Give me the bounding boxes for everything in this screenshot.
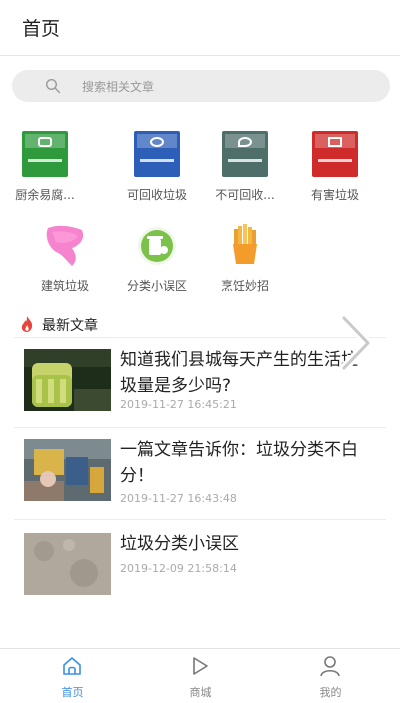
category-label: 不可回收... — [215, 188, 275, 202]
cooking-tips-icon — [233, 224, 257, 264]
tab-profile[interactable]: 我的 — [264, 649, 397, 703]
search-placeholder: 搜索相关文章 — [82, 80, 155, 94]
category-hazardous[interactable]: 有害垃圾 — [290, 131, 380, 203]
category-sorting-mistakes[interactable]: 分类小误区 — [112, 222, 202, 294]
tab-home[interactable]: 首页 — [6, 649, 139, 703]
divider — [14, 337, 386, 338]
kitchen-waste-bin-icon — [22, 131, 68, 177]
divider — [14, 427, 386, 428]
recyclable-bin-icon — [134, 131, 180, 177]
search-icon — [45, 78, 61, 94]
article-time: 2019-11-27 16:45:21 — [120, 398, 237, 411]
fire-icon — [21, 316, 33, 332]
category-label: 烹饪妙招 — [220, 279, 269, 293]
category-label: 建筑垃圾 — [40, 279, 89, 293]
divider — [14, 519, 386, 520]
category-label: 可回收垃圾 — [126, 188, 187, 202]
article-thumbnail[interactable] — [24, 349, 111, 411]
category-label: 有害垃圾 — [310, 188, 359, 202]
article-thumbnail[interactable] — [24, 533, 111, 595]
sorting-mistakes-icon — [138, 227, 176, 265]
hazardous-bin-icon — [312, 131, 358, 177]
category-label: 分类小误区 — [126, 279, 187, 293]
home-icon — [63, 657, 81, 675]
tab-label: 首页 — [61, 686, 84, 699]
play-icon — [193, 657, 208, 675]
article-item[interactable]: 垃圾分类小误区 2019-12-09 21:58:14 — [0, 525, 400, 611]
user-icon — [320, 656, 340, 677]
article-time: 2019-11-27 16:43:48 — [120, 492, 237, 505]
article-title[interactable]: 一篇文章告诉你：垃圾分类不白分！ — [120, 437, 370, 489]
search-bar[interactable]: 搜索相关文章 — [12, 70, 390, 102]
article-item[interactable]: 一篇文章告诉你：垃圾分类不白分！ 2019-11-27 16:43:48 — [0, 431, 400, 517]
category-label: 厨余易腐... — [15, 188, 75, 202]
tab-label: 我的 — [319, 686, 342, 699]
construction-waste-icon — [46, 225, 84, 266]
category-cooking-tips[interactable]: 烹饪妙招 — [200, 222, 290, 294]
chevron-right-icon[interactable] — [336, 312, 376, 374]
article-title[interactable]: 垃圾分类小误区 — [120, 531, 370, 557]
category-non-recyclable[interactable]: 不可回收... — [200, 131, 290, 203]
bottom-tab-bar: 首页 商城 我的 — [0, 648, 400, 703]
section-title: 最新文章 — [42, 318, 98, 334]
article-thumbnail[interactable] — [24, 439, 111, 501]
page-title: 首页 — [22, 18, 61, 40]
article-time: 2019-12-09 21:58:14 — [120, 562, 237, 575]
tab-label: 商城 — [189, 686, 212, 699]
category-recyclable[interactable]: 可回收垃圾 — [112, 131, 202, 203]
category-kitchen-waste[interactable]: 厨余易腐... — [0, 131, 90, 203]
tab-shop[interactable]: 商城 — [134, 649, 267, 703]
non-recyclable-bin-icon — [222, 131, 268, 177]
category-construction[interactable]: 建筑垃圾 — [20, 222, 110, 294]
article-title[interactable]: 知道我们县城每天产生的生活垃圾量是多少吗? — [120, 347, 370, 399]
app-header: 首页 — [0, 0, 400, 56]
